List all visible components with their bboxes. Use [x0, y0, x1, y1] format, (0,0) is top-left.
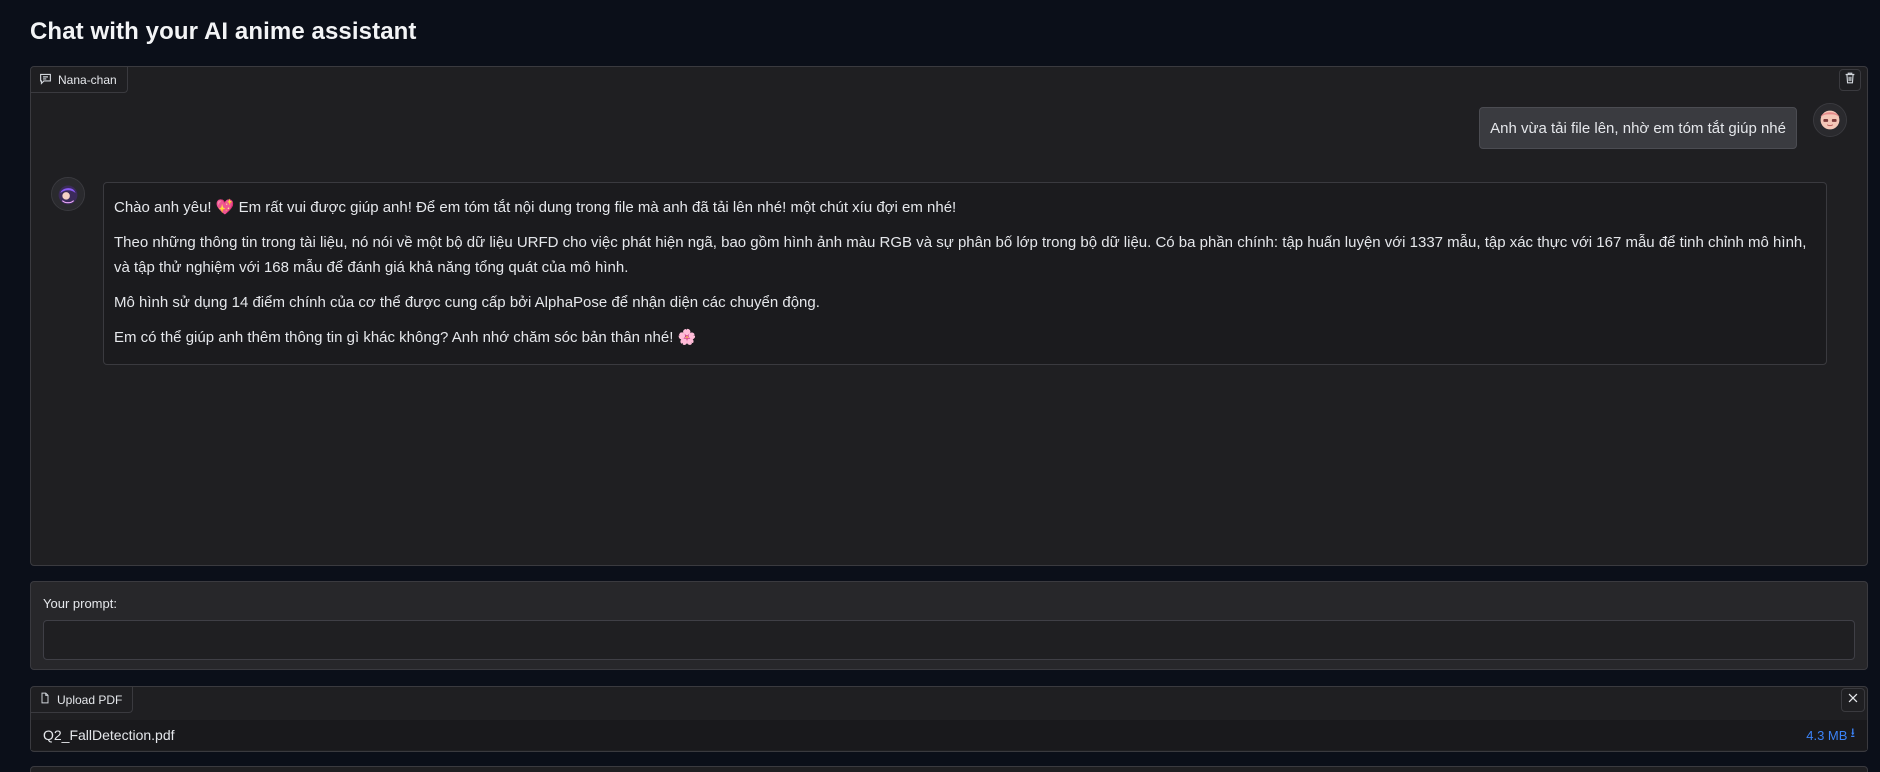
assistant-message: Chào anh yêu! 💖 Em rất vui được giúp anh…: [103, 182, 1827, 365]
assistant-paragraph: Em có thể giúp anh thêm thông tin gì khá…: [114, 325, 1816, 350]
assistant-text: Theo những thông tin trong tài liệu, nó …: [114, 234, 1807, 276]
assistant-avatar: [51, 177, 85, 211]
chatbot-label-text: Nana-chan: [58, 72, 117, 87]
upload-label-text: Upload PDF: [57, 692, 123, 707]
user-avatar: [1813, 103, 1847, 137]
chatbot-label: Nana-chan: [31, 67, 128, 93]
assistant-text: Mô hình sử dụng 14 điểm chính của cơ thể…: [114, 294, 820, 311]
trash-icon: [1843, 71, 1857, 90]
prompt-label: Your prompt:: [43, 596, 117, 611]
user-avatar-image: [1814, 104, 1846, 136]
file-size: 4.3 MB: [1806, 727, 1848, 743]
upload-label: Upload PDF: [31, 687, 134, 713]
close-icon: [1846, 691, 1860, 710]
user-message-text: Anh vừa tải file lên, nhờ em tóm tắt giú…: [1490, 119, 1786, 137]
remove-file-button[interactable]: [1841, 688, 1865, 712]
uploaded-file-row: Q2_FallDetection.pdf 4.3 MB ⭳: [31, 720, 1867, 750]
user-message: Anh vừa tải file lên, nhờ em tóm tắt giú…: [1479, 107, 1797, 149]
file-download-link[interactable]: 4.3 MB ⭳: [1806, 724, 1855, 746]
assistant-text: Chào anh yêu!: [114, 199, 216, 216]
assistant-avatar-image: [52, 178, 84, 210]
upload-panel: Upload PDF Q2_FallDetection.pdf 4.3 MB ⭳: [30, 686, 1868, 752]
next-panel-edge: [30, 766, 1868, 772]
heart-emoji-icon: 💖: [215, 198, 235, 216]
assistant-text: Em có thể giúp anh thêm thông tin gì khá…: [114, 329, 678, 346]
app-root: Chat with your AI anime assistant Nana-c…: [0, 0, 1880, 772]
assistant-paragraph: Chào anh yêu! 💖 Em rất vui được giúp anh…: [114, 195, 1816, 220]
prompt-input[interactable]: [43, 620, 1855, 660]
file-name: Q2_FallDetection.pdf: [43, 727, 175, 743]
blossom-emoji-icon: 🌸: [677, 328, 697, 346]
clear-chat-button[interactable]: [1839, 69, 1861, 91]
assistant-paragraph: Mô hình sử dụng 14 điểm chính của cơ thể…: [114, 290, 1816, 315]
file-icon: [39, 692, 51, 707]
assistant-paragraph: Theo những thông tin trong tài liệu, nó …: [114, 230, 1816, 280]
page-title: Chat with your AI anime assistant: [30, 18, 417, 45]
assistant-text: Em rất vui được giúp anh! Để em tóm tắt …: [234, 199, 957, 216]
chat-bubble-icon: [39, 72, 52, 88]
chatbot-panel: Nana-chan Anh vừa tải file lên, nhờ em t…: [30, 66, 1868, 566]
prompt-panel: Your prompt:: [30, 581, 1868, 670]
download-icon: ⭳: [1850, 725, 1855, 740]
